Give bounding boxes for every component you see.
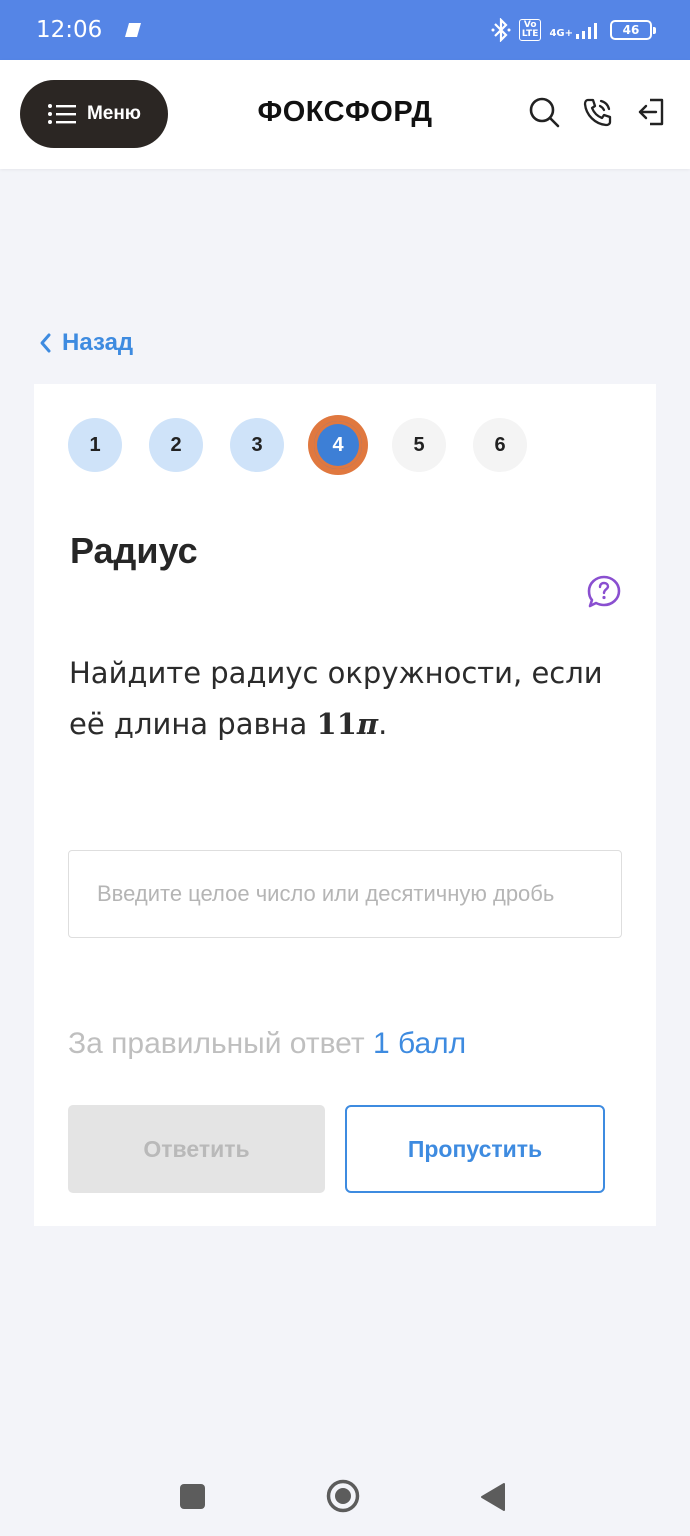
notification-icon [125, 23, 142, 37]
network-type: 4G+ [549, 28, 573, 39]
score-points: 1 балл [372, 1027, 467, 1060]
task-card: 1 2 3 4 5 6 Радиус Найдите радиус окружн… [34, 384, 656, 1226]
score-info: За правильный ответ 1 балл [68, 1027, 466, 1061]
back-button[interactable] [480, 1482, 506, 1512]
question-bubble-icon[interactable] [586, 574, 622, 610]
home-button[interactable] [326, 1479, 360, 1513]
bluetooth-icon [491, 18, 511, 42]
step-4[interactable]: 4 [311, 418, 365, 472]
search-icon[interactable] [528, 96, 560, 128]
signal-icon: 4G+ [549, 21, 602, 39]
back-link[interactable]: Назад [38, 329, 133, 357]
phone-icon[interactable] [582, 96, 614, 128]
battery-level: 46 [622, 23, 640, 37]
score-prefix: За правильный ответ [68, 1027, 373, 1060]
status-bar: 12:06 Vo LTE 4G+ 46 [0, 0, 690, 60]
step-2[interactable]: 2 [149, 418, 203, 472]
volte-icon: Vo LTE [518, 19, 542, 41]
task-question: Найдите радиус окружности, если её длина… [69, 648, 629, 750]
step-5[interactable]: 5 [392, 418, 446, 472]
answer-input[interactable] [68, 850, 622, 938]
system-nav-bar [0, 1456, 690, 1536]
question-pi: π [356, 707, 379, 741]
question-number: 11 [316, 707, 357, 741]
question-math: 11π [317, 707, 379, 741]
question-end: . [378, 707, 388, 741]
logout-icon[interactable] [636, 96, 668, 128]
battery-icon: 46 [610, 20, 656, 40]
recents-button[interactable] [180, 1484, 205, 1509]
chevron-left-icon [40, 333, 51, 353]
step-1[interactable]: 1 [68, 418, 122, 472]
step-3[interactable]: 3 [230, 418, 284, 472]
step-navigator: 1 2 3 4 5 6 [68, 418, 527, 472]
app-header: Меню ФОКСФОРД [0, 60, 690, 169]
task-title: Радиус [70, 530, 198, 571]
status-time: 12:06 [36, 17, 103, 43]
step-6[interactable]: 6 [473, 418, 527, 472]
back-label: Назад [62, 329, 134, 356]
answer-button[interactable]: Ответить [68, 1105, 325, 1193]
skip-button[interactable]: Пропустить [345, 1105, 605, 1193]
